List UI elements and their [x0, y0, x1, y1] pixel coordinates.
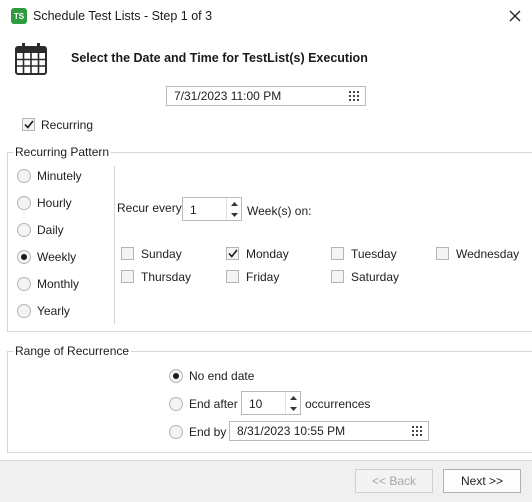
end-by-datetime-picker[interactable]: 8/31/2023 10:55 PM [229, 421, 429, 441]
radio-minutely[interactable] [17, 169, 31, 183]
recur-every-label: Recur every [117, 201, 182, 215]
label-wednesday: Wednesday [456, 247, 520, 261]
occurrences-label: occurrences [305, 397, 371, 411]
label-hourly: Hourly [37, 196, 72, 210]
radio-end-after[interactable] [169, 397, 183, 411]
radio-end-by[interactable] [169, 425, 183, 439]
close-icon [509, 10, 521, 22]
checkbox-friday[interactable] [226, 270, 239, 283]
label-saturday: Saturday [351, 270, 400, 284]
label-friday: Friday [246, 270, 280, 284]
radio-no-end-date[interactable] [169, 369, 183, 383]
arrow-down-icon [289, 406, 297, 411]
start-datetime-picker[interactable]: 7/31/2023 11:00 PM [166, 86, 366, 106]
end-after-value: 10 [249, 397, 263, 411]
label-minutely: Minutely [37, 169, 82, 183]
stepper-up-button[interactable] [227, 198, 241, 209]
close-button[interactable] [502, 4, 528, 28]
checkbox-monday[interactable] [226, 247, 239, 260]
recur-every-value: 1 [190, 203, 197, 217]
checkmark-icon [23, 120, 34, 129]
label-end-by: End by [189, 425, 227, 439]
radio-selected-dot [21, 254, 27, 260]
checkbox-saturday[interactable] [331, 270, 344, 283]
arrow-up-icon [289, 395, 297, 400]
label-monthly: Monthly [37, 277, 80, 291]
checkbox-tuesday[interactable] [331, 247, 344, 260]
label-yearly: Yearly [37, 304, 70, 318]
app-icon: TS [11, 8, 27, 24]
radio-yearly[interactable] [17, 304, 31, 318]
checkbox-wednesday[interactable] [436, 247, 449, 260]
label-daily: Daily [37, 223, 64, 237]
checkbox-sunday[interactable] [121, 247, 134, 260]
pattern-divider [114, 166, 115, 324]
label-sunday: Sunday [141, 247, 182, 261]
radio-daily[interactable] [17, 223, 31, 237]
arrow-up-icon [230, 201, 238, 206]
range-of-recurrence-title: Range of Recurrence [13, 344, 132, 358]
next-button[interactable]: Next >> [443, 469, 521, 493]
arrow-down-icon [230, 212, 238, 217]
recurring-pattern-group [7, 152, 532, 332]
weeks-on-label: Week(s) on: [247, 204, 312, 218]
stepper-arrows [285, 392, 300, 414]
stepper-down-button[interactable] [286, 403, 300, 414]
checkmark-icon [227, 249, 238, 258]
label-thursday: Thursday [141, 270, 192, 284]
radio-monthly[interactable] [17, 277, 31, 291]
radio-hourly[interactable] [17, 196, 31, 210]
stepper-down-button[interactable] [227, 209, 241, 220]
calendar-icon [15, 43, 47, 75]
checkbox-thursday[interactable] [121, 270, 134, 283]
label-no-end-date: No end date [189, 369, 255, 383]
window-title: Schedule Test Lists - Step 1 of 3 [33, 9, 213, 23]
back-button[interactable]: << Back [355, 469, 433, 493]
calendar-dropdown-icon[interactable] [349, 91, 359, 101]
stepper-up-button[interactable] [286, 392, 300, 403]
recurring-label: Recurring [41, 118, 94, 132]
label-tuesday: Tuesday [351, 247, 397, 261]
label-end-after: End after [189, 397, 238, 411]
label-weekly: Weekly [37, 250, 77, 264]
recurring-pattern-title: Recurring Pattern [13, 145, 112, 159]
recurring-checkbox[interactable] [22, 118, 35, 131]
page-heading: Select the Date and Time for TestList(s)… [71, 51, 368, 65]
end-by-value: 8/31/2023 10:55 PM [237, 424, 346, 438]
stepper-arrows [226, 198, 241, 220]
start-datetime-value: 7/31/2023 11:00 PM [174, 89, 282, 103]
recur-every-stepper[interactable]: 1 [182, 197, 242, 221]
calendar-dropdown-icon[interactable] [412, 426, 422, 436]
end-after-stepper[interactable]: 10 [241, 391, 301, 415]
radio-weekly[interactable] [17, 250, 31, 264]
label-monday: Monday [246, 247, 289, 261]
radio-selected-dot [173, 373, 179, 379]
